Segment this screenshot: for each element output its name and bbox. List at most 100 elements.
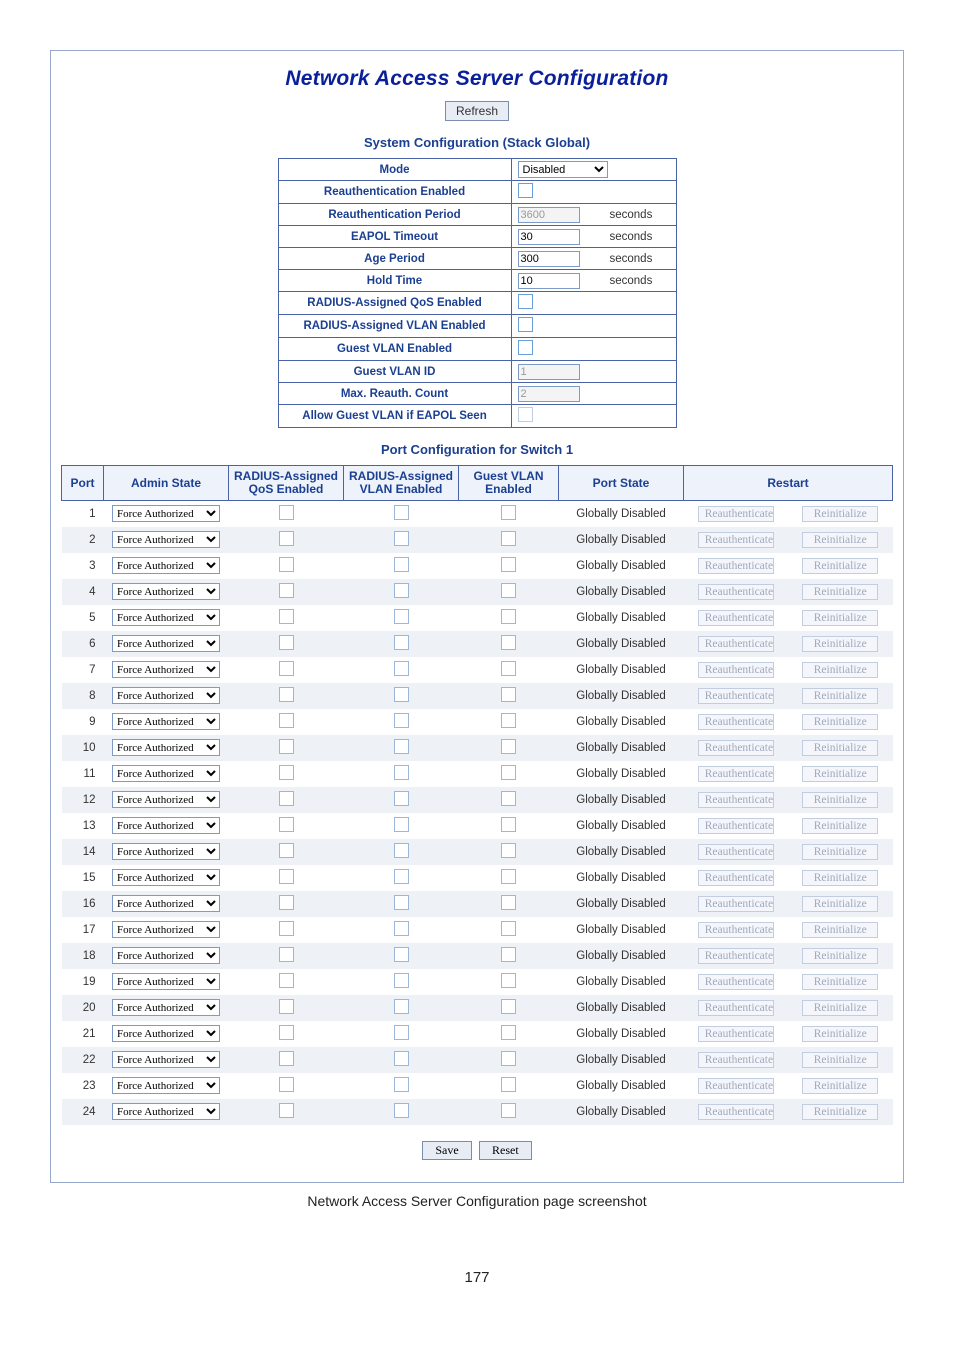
guest-vlan-checkbox[interactable] <box>501 1025 516 1040</box>
qos-checkbox[interactable] <box>279 687 294 702</box>
guest-vlan-checkbox[interactable] <box>501 973 516 988</box>
reauthenticate-button[interactable]: Reauthenticate <box>698 584 774 600</box>
reauthenticate-button[interactable]: Reauthenticate <box>698 688 774 704</box>
admin-state-select[interactable]: Force Authorized <box>112 505 220 522</box>
guest-vlan-checkbox[interactable] <box>501 713 516 728</box>
guest-vlan-checkbox[interactable] <box>501 661 516 676</box>
reauthenticate-button[interactable]: Reauthenticate <box>698 558 774 574</box>
guest-vlan-checkbox[interactable] <box>501 609 516 624</box>
vlan-checkbox[interactable] <box>394 1051 409 1066</box>
vlan-checkbox[interactable] <box>394 947 409 962</box>
reauthenticate-button[interactable]: Reauthenticate <box>698 610 774 626</box>
reinitialize-button[interactable]: Reinitialize <box>802 766 878 782</box>
admin-state-select[interactable]: Force Authorized <box>112 635 220 652</box>
eapol-timeout-input[interactable] <box>518 229 580 245</box>
vlan-checkbox[interactable] <box>394 687 409 702</box>
vlan-checkbox[interactable] <box>394 635 409 650</box>
qos-checkbox[interactable] <box>279 1103 294 1118</box>
qos-checkbox[interactable] <box>279 583 294 598</box>
admin-state-select[interactable]: Force Authorized <box>112 687 220 704</box>
reinitialize-button[interactable]: Reinitialize <box>802 1026 878 1042</box>
guest-vlan-checkbox[interactable] <box>501 531 516 546</box>
qos-checkbox[interactable] <box>279 973 294 988</box>
reinitialize-button[interactable]: Reinitialize <box>802 818 878 834</box>
reauthenticate-button[interactable]: Reauthenticate <box>698 870 774 886</box>
guest-vlan-checkbox[interactable] <box>501 687 516 702</box>
admin-state-select[interactable]: Force Authorized <box>112 791 220 808</box>
admin-state-select[interactable]: Force Authorized <box>112 973 220 990</box>
qos-checkbox[interactable] <box>279 1025 294 1040</box>
guest-vlan-id-input[interactable] <box>518 364 580 380</box>
admin-state-select[interactable]: Force Authorized <box>112 999 220 1016</box>
vlan-checkbox[interactable] <box>394 869 409 884</box>
admin-state-select[interactable]: Force Authorized <box>112 921 220 938</box>
guest-vlan-checkbox[interactable] <box>501 791 516 806</box>
admin-state-select[interactable]: Force Authorized <box>112 895 220 912</box>
reinitialize-button[interactable]: Reinitialize <box>802 870 878 886</box>
admin-state-select[interactable]: Force Authorized <box>112 583 220 600</box>
vlan-checkbox[interactable] <box>394 1077 409 1092</box>
reinitialize-button[interactable]: Reinitialize <box>802 714 878 730</box>
refresh-button[interactable]: Refresh <box>445 101 509 121</box>
qos-checkbox[interactable] <box>279 531 294 546</box>
vlan-checkbox[interactable] <box>394 531 409 546</box>
admin-state-select[interactable]: Force Authorized <box>112 1077 220 1094</box>
reinitialize-button[interactable]: Reinitialize <box>802 558 878 574</box>
save-button[interactable]: Save <box>422 1141 471 1160</box>
vlan-checkbox[interactable] <box>394 557 409 572</box>
reauthenticate-button[interactable]: Reauthenticate <box>698 922 774 938</box>
reauthenticate-button[interactable]: Reauthenticate <box>698 636 774 652</box>
guest-vlan-checkbox[interactable] <box>501 1051 516 1066</box>
guest-vlan-checkbox[interactable] <box>501 895 516 910</box>
reinitialize-button[interactable]: Reinitialize <box>802 610 878 626</box>
reauthenticate-button[interactable]: Reauthenticate <box>698 532 774 548</box>
qos-checkbox[interactable] <box>279 999 294 1014</box>
admin-state-select[interactable]: Force Authorized <box>112 1025 220 1042</box>
guest-vlan-checkbox[interactable] <box>501 999 516 1014</box>
reauthenticate-button[interactable]: Reauthenticate <box>698 1026 774 1042</box>
reinitialize-button[interactable]: Reinitialize <box>802 584 878 600</box>
guest-vlan-checkbox[interactable] <box>501 557 516 572</box>
vlan-checkbox[interactable] <box>394 661 409 676</box>
qos-checkbox[interactable] <box>279 869 294 884</box>
admin-state-select[interactable]: Force Authorized <box>112 739 220 756</box>
qos-checkbox[interactable] <box>279 505 294 520</box>
reinitialize-button[interactable]: Reinitialize <box>802 1000 878 1016</box>
qos-checkbox[interactable] <box>279 713 294 728</box>
admin-state-select[interactable]: Force Authorized <box>112 869 220 886</box>
guest-vlan-checkbox[interactable] <box>501 843 516 858</box>
reinitialize-button[interactable]: Reinitialize <box>802 688 878 704</box>
radius-qos-checkbox[interactable] <box>518 294 533 309</box>
reauthenticate-button[interactable]: Reauthenticate <box>698 792 774 808</box>
vlan-checkbox[interactable] <box>394 921 409 936</box>
reinitialize-button[interactable]: Reinitialize <box>802 844 878 860</box>
guest-vlan-checkbox[interactable] <box>501 765 516 780</box>
admin-state-select[interactable]: Force Authorized <box>112 609 220 626</box>
admin-state-select[interactable]: Force Authorized <box>112 1051 220 1068</box>
qos-checkbox[interactable] <box>279 661 294 676</box>
reinitialize-button[interactable]: Reinitialize <box>802 1052 878 1068</box>
qos-checkbox[interactable] <box>279 843 294 858</box>
admin-state-select[interactable]: Force Authorized <box>112 843 220 860</box>
admin-state-select[interactable]: Force Authorized <box>112 817 220 834</box>
age-period-input[interactable] <box>518 251 580 267</box>
reinitialize-button[interactable]: Reinitialize <box>802 1078 878 1094</box>
reinitialize-button[interactable]: Reinitialize <box>802 896 878 912</box>
reinitialize-button[interactable]: Reinitialize <box>802 662 878 678</box>
allow-guest-checkbox[interactable] <box>518 407 533 422</box>
reauthenticate-button[interactable]: Reauthenticate <box>698 662 774 678</box>
reinitialize-button[interactable]: Reinitialize <box>802 506 878 522</box>
guest-vlan-checkbox[interactable] <box>501 583 516 598</box>
guest-vlan-checkbox[interactable] <box>501 635 516 650</box>
reinitialize-button[interactable]: Reinitialize <box>802 532 878 548</box>
guest-vlan-checkbox[interactable] <box>501 1103 516 1118</box>
qos-checkbox[interactable] <box>279 817 294 832</box>
qos-checkbox[interactable] <box>279 895 294 910</box>
vlan-checkbox[interactable] <box>394 817 409 832</box>
guest-vlan-checkbox[interactable] <box>501 947 516 962</box>
reauth-enabled-checkbox[interactable] <box>518 183 533 198</box>
vlan-checkbox[interactable] <box>394 713 409 728</box>
vlan-checkbox[interactable] <box>394 1025 409 1040</box>
reauthenticate-button[interactable]: Reauthenticate <box>698 948 774 964</box>
reauthenticate-button[interactable]: Reauthenticate <box>698 506 774 522</box>
